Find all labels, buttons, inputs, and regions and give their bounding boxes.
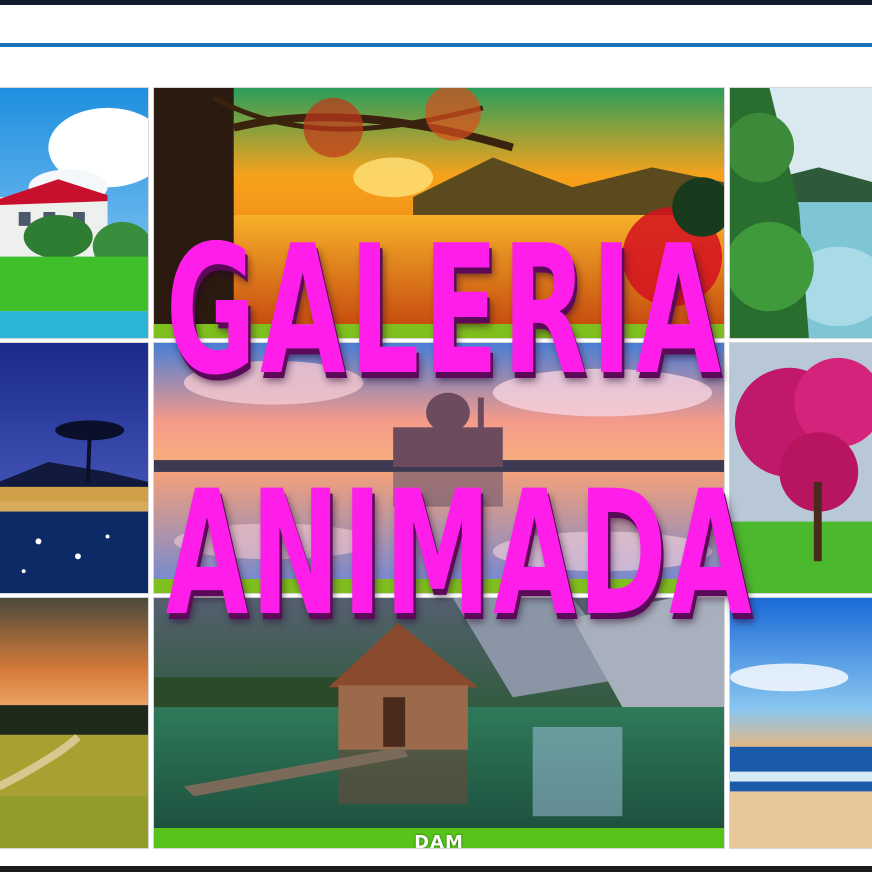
gallery-tile-house[interactable] [0,87,149,339]
country-path-sunset-image [0,598,148,848]
gallery-tile-night-resort[interactable] [0,342,149,594]
header-divider [0,43,872,47]
house-by-lake-image [0,88,148,338]
night-resort-pool-image [0,343,148,593]
gallery-tile-country-path[interactable] [0,597,149,849]
tile-caption: DAM [414,832,464,849]
headline-line2: ANIMADA [165,453,755,654]
gallery-tile-lake-trees[interactable] [729,87,872,339]
top-bar [0,0,872,5]
headline-line1: GALERIA [165,207,725,414]
lake-green-trees-image [730,88,872,338]
bottom-bar [0,866,872,872]
